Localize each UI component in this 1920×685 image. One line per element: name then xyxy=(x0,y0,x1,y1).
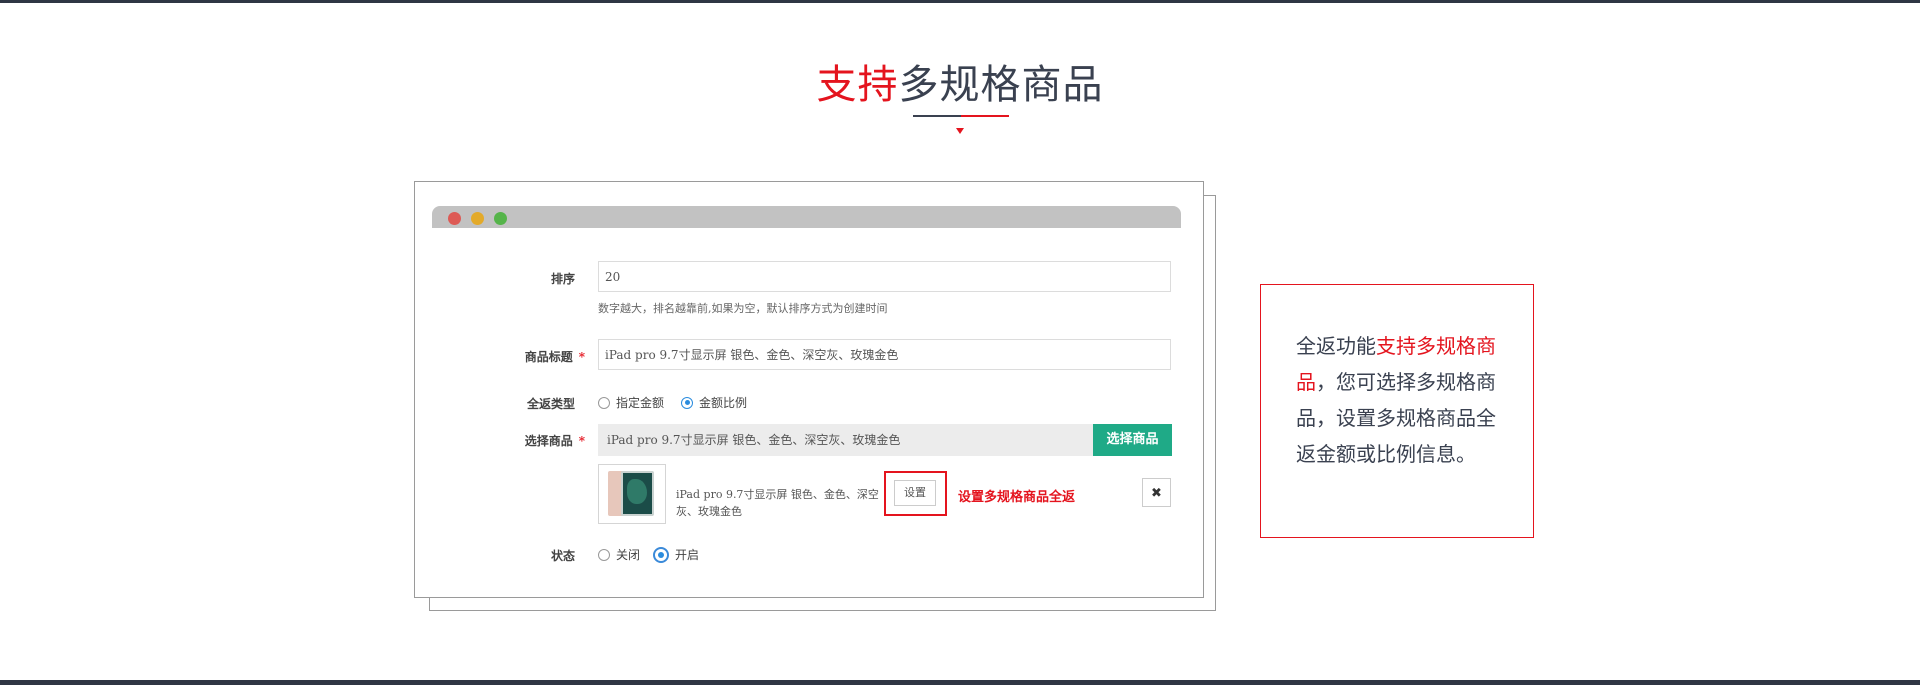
title-highlight: 支持 xyxy=(816,62,899,108)
status-label: 状态 xyxy=(550,549,575,563)
highlight-frame: 设置 xyxy=(884,471,947,516)
title-rest: 多规格商品 xyxy=(898,62,1104,108)
browser-window: 排序 20 数字越大，排名越靠前,如果为空，默认排序方式为创建时间 商品标题 * … xyxy=(414,181,1204,598)
multi-spec-note: 设置多规格商品全返 xyxy=(958,490,1076,505)
feature-description: 全返功能支持多规格商品，您可选择多规格商品，设置多规格商品全返金额或比例信息。 xyxy=(1296,334,1496,466)
selected-product-field[interactable]: iPad pro 9.7寸显示屏 银色、金色、深空灰、玫瑰金色 xyxy=(598,424,1093,456)
title-input[interactable]: iPad pro 9.7寸显示屏 银色、金色、深空灰、玫瑰金色 xyxy=(598,339,1171,370)
title-underline xyxy=(913,115,1009,117)
product-name: iPad pro 9.7寸显示屏 银色、金色、深空灰、玫瑰金色 xyxy=(676,488,879,518)
radio-fixed-amount[interactable] xyxy=(598,396,610,409)
title-label: 商品标题 * xyxy=(524,350,585,364)
settings-button[interactable]: 设置 xyxy=(894,480,936,506)
select-product-button[interactable]: 选择商品 xyxy=(1093,424,1172,456)
rebate-type-group: 指定金额 金额比例 xyxy=(598,394,747,411)
feature-description-box: 全返功能支持多规格商品，您可选择多规格商品，设置多规格商品全返金额或比例信息。 xyxy=(1260,284,1534,538)
minimize-dot-icon[interactable] xyxy=(471,212,484,225)
bottom-border xyxy=(0,680,1920,685)
status-group: 关闭 开启 xyxy=(598,546,699,563)
rebate-type-label: 全返类型 xyxy=(526,397,575,411)
sort-label: 排序 xyxy=(550,272,575,286)
page-title: 支持多规格商品 xyxy=(0,52,1920,110)
radio-amount-ratio[interactable] xyxy=(681,396,694,409)
maximize-dot-icon[interactable] xyxy=(494,212,507,225)
window-titlebar xyxy=(432,206,1181,228)
top-border xyxy=(0,0,1920,3)
radio-fixed-amount-label: 指定金额 xyxy=(616,396,665,410)
required-mark: * xyxy=(578,434,585,448)
required-mark: * xyxy=(578,350,585,364)
radio-status-on[interactable] xyxy=(653,546,670,563)
caret-down-icon xyxy=(956,128,964,134)
select-product-label: 选择商品 * xyxy=(524,434,585,448)
tablet-front-icon xyxy=(621,471,654,516)
sort-input[interactable]: 20 xyxy=(598,261,1171,292)
radio-status-on-label: 开启 xyxy=(675,548,700,562)
radio-amount-ratio-label: 金额比例 xyxy=(699,396,748,410)
sort-help-text: 数字越大，排名越靠前,如果为空，默认排序方式为创建时间 xyxy=(598,302,888,315)
close-dot-icon[interactable] xyxy=(448,212,461,225)
radio-status-off-label: 关闭 xyxy=(616,548,641,562)
product-thumbnail xyxy=(598,464,666,524)
radio-status-off[interactable] xyxy=(598,548,610,561)
close-icon[interactable]: ✖ xyxy=(1142,478,1171,507)
